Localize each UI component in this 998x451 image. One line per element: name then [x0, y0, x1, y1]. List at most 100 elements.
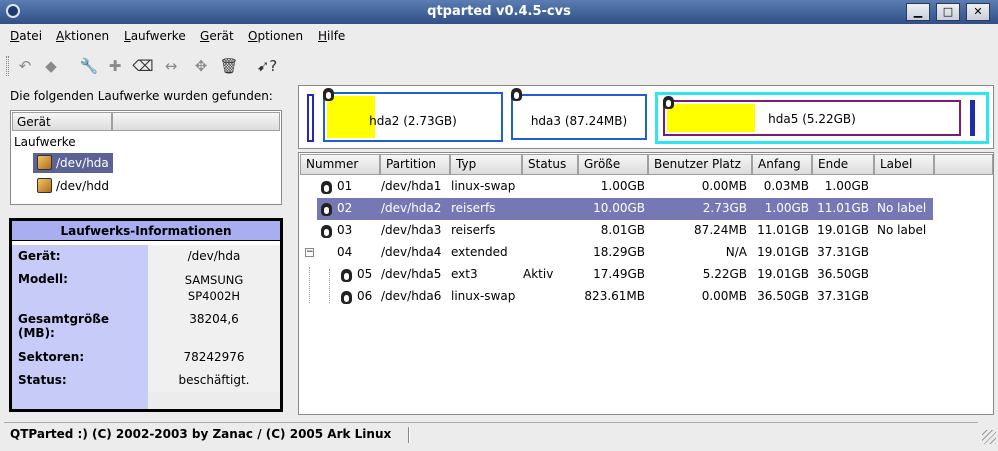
info-row: Modell: SAMSUNG SP4002H — [12, 268, 280, 308]
info-key-filler — [12, 392, 148, 409]
menu-laufwerke[interactable]: Laufwerke — [124, 29, 186, 43]
cell-ende: 11.01GB — [817, 201, 869, 215]
tree-header-geraet[interactable]: Gerät — [12, 112, 112, 131]
menu-bar: Datei Aktionen Laufwerke Gerät Optionen … — [0, 25, 998, 47]
status-text: QTParted :) (C) 2002-2003 by Zanac / (C)… — [10, 427, 392, 441]
linux-penguin-icon — [321, 225, 332, 238]
toolbar-grip[interactable] — [6, 56, 9, 76]
harddisk-icon — [37, 155, 52, 170]
info-value: beschäftigt. — [148, 369, 280, 392]
col-anfang[interactable]: Anfang — [752, 154, 812, 175]
menu-aktionen[interactable]: Aktionen — [56, 29, 109, 43]
menu-geraet[interactable]: Gerät — [200, 29, 234, 43]
cell-benutzer-platz: 0.00MB — [701, 289, 747, 303]
device-label: /dev/hda — [56, 156, 109, 170]
cell-groesse: 17.49GB — [593, 267, 645, 281]
resize-grip[interactable] — [982, 430, 996, 444]
info-key: Sektoren: — [12, 346, 148, 369]
info-key: Status: — [12, 369, 148, 392]
col-partition[interactable]: Partition — [380, 154, 450, 175]
status-bar: QTParted :) (C) 2002-2003 by Zanac / (C)… — [4, 422, 978, 446]
info-value: SAMSUNG SP4002H — [148, 268, 280, 308]
table-row[interactable]: 05/dev/hda5 ext3 Aktiv 17.49GB 5.22GB 19.01GB… — [299, 264, 939, 286]
col-typ[interactable]: Typ — [450, 154, 522, 175]
move-icon[interactable]: ✥ — [190, 55, 212, 77]
table-row[interactable]: − 04/dev/hda4 extended 18.29GB N/A 19.01GB 37.… — [299, 242, 939, 264]
partition-map-label: hda5 (5.22GB) — [768, 112, 856, 126]
table-row[interactable]: 02/dev/hda2 reiserfs 10.00GB 2.73GB 1.00GB 11… — [317, 198, 933, 220]
trash-icon[interactable]: 🗑 — [218, 55, 240, 77]
partition-map[interactable]: hda2 (2.73GB) hda3 (87.24MB) hda5 (5.22G… — [298, 85, 994, 149]
drive-info-title: Laufwerks-Informationen — [12, 221, 280, 241]
cell-partition: /dev/hda3 — [381, 223, 442, 237]
device-label: /dev/hdd — [56, 179, 110, 193]
cell-ende: 37.31GB — [817, 245, 869, 259]
col-benutzer-platz[interactable]: Benutzer Platz — [648, 154, 752, 175]
device-tree[interactable]: Gerät Laufwerke /dev/hda /dev/hdd — [10, 110, 282, 205]
cell-anfang: 11.01GB — [757, 223, 809, 237]
col-label[interactable]: Label — [874, 154, 934, 175]
close-button[interactable]: ✕ — [966, 3, 990, 21]
eraser-icon[interactable]: ⌫ — [132, 55, 154, 77]
partition-map-hda2[interactable]: hda2 (2.73GB) — [323, 88, 503, 142]
cell-groesse: 10.00GB — [593, 201, 645, 215]
commit-icon[interactable]: ◆ — [40, 55, 62, 77]
cell-groesse: 1.00GB — [600, 179, 645, 193]
cell-nummer: 02 — [337, 201, 353, 215]
menu-datei[interactable]: Datei — [10, 29, 42, 43]
cell-benutzer-platz: 5.22GB — [702, 267, 747, 281]
cell-groesse: 823.61MB — [584, 289, 645, 303]
cell-anfang: 19.01GB — [757, 245, 809, 259]
cell-groesse: 8.01GB — [600, 223, 645, 237]
resize-icon[interactable]: ↔ — [160, 55, 182, 77]
info-value: /dev/hda — [148, 245, 280, 268]
partition-map-hda4-extended[interactable]: hda5 (5.22GB) — [655, 92, 989, 144]
device-item-hdd[interactable]: /dev/hdd — [33, 176, 113, 196]
drive-info-panel: Laufwerks-Informationen Gerät: /dev/hda … — [9, 218, 283, 412]
linux-penguin-icon — [341, 269, 352, 282]
col-groesse[interactable]: Größe — [578, 154, 648, 175]
linux-penguin-icon — [321, 181, 332, 194]
menu-optionen[interactable]: Optionen — [248, 29, 303, 43]
cell-typ: linux-swap — [451, 289, 516, 303]
info-row: Gesamtgröße (MB): 38204,6 — [12, 308, 280, 346]
minimize-button[interactable]: ▁ — [906, 3, 930, 21]
cell-partition: /dev/hda6 — [381, 289, 442, 303]
partition-map-hda5[interactable]: hda5 (5.22GB) — [663, 96, 961, 136]
partition-map-hda6[interactable] — [970, 100, 975, 136]
cell-ende: 36.50GB — [817, 267, 869, 281]
partition-map-hda1[interactable] — [307, 94, 314, 142]
whats-this-help-icon[interactable]: ➹? — [256, 55, 278, 77]
cell-anfang: 1.00GB — [764, 201, 809, 215]
partition-map-label: hda3 (87.24MB) — [530, 114, 628, 128]
linux-penguin-icon — [341, 291, 352, 304]
create-partition-icon[interactable]: ✚ — [104, 55, 126, 77]
table-row[interactable]: 03/dev/hda3 reiserfs 8.01GB 87.24MB 11.01GB 1… — [299, 220, 939, 242]
cell-label: No label — [877, 223, 927, 237]
col-status[interactable]: Status — [522, 154, 578, 175]
partition-table[interactable]: Nummer Partition Typ Status Größe Benutz… — [298, 152, 994, 415]
menu-hilfe[interactable]: Hilfe — [318, 29, 345, 43]
tree-root-laufwerke[interactable]: Laufwerke — [14, 135, 76, 149]
cell-nummer: 04 — [337, 245, 353, 259]
table-row[interactable]: 01/dev/hda1 linux-swap 1.00GB 0.00MB 0.03MB 1… — [299, 176, 939, 198]
col-ende[interactable]: Ende — [812, 154, 874, 175]
status-separator — [408, 427, 410, 443]
tree-header-empty[interactable] — [112, 112, 280, 131]
device-item-hda[interactable]: /dev/hda — [33, 153, 113, 173]
linux-penguin-icon — [663, 96, 674, 110]
maximize-button[interactable]: □ — [936, 3, 960, 21]
cell-anfang: 0.03MB — [763, 179, 809, 193]
partition-map-hda3[interactable]: hda3 (87.24MB) — [511, 88, 647, 140]
collapse-toggle-icon[interactable]: − — [305, 248, 314, 257]
col-nummer[interactable]: Nummer — [300, 154, 380, 175]
cell-partition: /dev/hda2 — [381, 201, 442, 215]
cell-typ: reiserfs — [451, 223, 496, 237]
cell-typ: linux-swap — [451, 179, 516, 193]
linux-penguin-icon — [321, 203, 332, 216]
undo-icon[interactable]: ↶ — [14, 55, 36, 77]
table-row[interactable]: 06/dev/hda6 linux-swap 823.61MB 0.00MB 36.50… — [299, 286, 939, 308]
title-bar[interactable]: qtparted v0.4.5-cvs ▁ □ ✕ — [0, 0, 998, 24]
cell-typ: extended — [451, 245, 508, 259]
wrench-icon[interactable]: 🔧 — [78, 55, 100, 77]
